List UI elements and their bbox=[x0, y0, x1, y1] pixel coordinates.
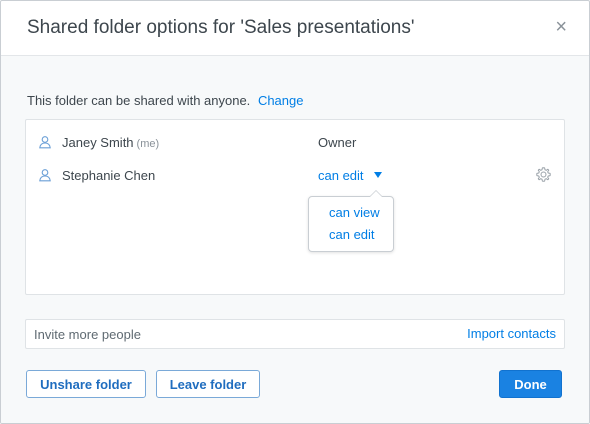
me-tag: (me) bbox=[136, 138, 160, 150]
unshare-folder-button[interactable]: Unshare folder bbox=[26, 370, 146, 398]
dialog-header: Shared folder options for 'Sales present… bbox=[1, 1, 589, 56]
leave-folder-button[interactable]: Leave folder bbox=[156, 370, 260, 398]
role-dropdown[interactable]: can edit bbox=[318, 168, 382, 183]
gear-icon[interactable] bbox=[535, 166, 552, 183]
role-dropdown-label: can edit bbox=[318, 168, 364, 183]
person-icon bbox=[39, 169, 51, 182]
role-menu: can view can edit bbox=[308, 190, 394, 252]
menu-item-can-edit[interactable]: can edit bbox=[329, 227, 375, 242]
done-button[interactable]: Done bbox=[499, 370, 562, 398]
invite-box: Import contacts bbox=[25, 319, 565, 349]
import-contacts-link[interactable]: Import contacts bbox=[467, 326, 556, 341]
member-row: Stephanie Chen can edit bbox=[26, 166, 564, 186]
dialog-title: Shared folder options for 'Sales present… bbox=[27, 17, 415, 38]
shared-folder-dialog: Shared folder options for 'Sales present… bbox=[0, 0, 590, 424]
invite-input[interactable] bbox=[34, 324, 414, 344]
member-name-text: Janey Smith bbox=[62, 135, 134, 150]
caret-down-icon bbox=[373, 172, 382, 178]
member-role: Owner bbox=[318, 135, 357, 150]
close-icon[interactable]: × bbox=[555, 17, 567, 37]
member-name: Janey Smith (me) bbox=[62, 135, 159, 150]
members-list: Janey Smith (me) Owner Stephanie Chen can… bbox=[25, 119, 565, 295]
member-row: Janey Smith (me) Owner bbox=[26, 133, 564, 153]
menu-item-can-view[interactable]: can view bbox=[329, 205, 380, 220]
change-link[interactable]: Change bbox=[258, 93, 304, 108]
member-name: Stephanie Chen bbox=[62, 168, 156, 183]
share-info-text: This folder can be shared with anyone. bbox=[27, 93, 251, 108]
person-icon bbox=[39, 136, 51, 149]
share-info: This folder can be shared with anyone. C… bbox=[27, 93, 303, 108]
